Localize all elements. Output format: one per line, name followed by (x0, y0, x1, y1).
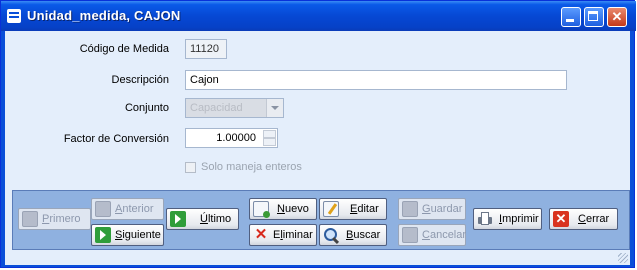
previous-record-icon (95, 201, 111, 217)
navigation-toolbar: Primero Anterior Siguiente Último Nuevo … (12, 190, 630, 250)
maximize-button[interactable] (584, 7, 604, 27)
save-icon (402, 201, 418, 217)
window-menu-icon[interactable] (7, 9, 21, 23)
next-record-icon (95, 227, 111, 243)
conjunto-select[interactable]: Capacidad (185, 98, 284, 118)
conjunto-label: Conjunto (124, 102, 169, 114)
solo-enteros-option[interactable]: Solo maneja enteros (185, 161, 315, 175)
search-icon (323, 227, 339, 243)
factor-label: Factor de Conversión (63, 133, 169, 145)
close-form-icon: ✕ (553, 211, 569, 227)
eliminar-button[interactable]: ✕ Eliminar (249, 224, 317, 246)
codigo-label: Código de Medida (79, 43, 169, 55)
editar-button[interactable]: Editar (319, 198, 387, 220)
first-record-icon (22, 211, 38, 227)
buscar-button[interactable]: Buscar (319, 224, 387, 246)
edit-pencil-icon (323, 201, 339, 217)
close-window-button[interactable]: ✕ (607, 7, 627, 27)
descripcion-label: Descripción (111, 74, 169, 86)
guardar-button[interactable]: Guardar (398, 198, 466, 220)
nuevo-button[interactable]: Nuevo (249, 198, 317, 220)
minimize-button[interactable] (561, 7, 581, 27)
spin-down-icon[interactable] (263, 138, 276, 146)
factor-value: 1.00000 (216, 132, 256, 144)
close-icon: ✕ (611, 9, 623, 24)
title-bar[interactable]: Unidad_medida, CAJON ✕ (1, 1, 636, 31)
printer-icon (477, 211, 493, 227)
last-record-icon (170, 211, 186, 227)
new-document-icon (253, 201, 270, 218)
cancelar-button[interactable]: Cancelar (398, 224, 466, 246)
solo-enteros-label: Solo maneja enteros (201, 161, 302, 173)
app-window: Unidad_medida, CAJON ✕ Código de Medida … (0, 0, 636, 268)
anterior-button[interactable]: Anterior (91, 198, 164, 220)
window-title: Unidad_medida, CAJON (27, 8, 181, 23)
codigo-field: 11120 (185, 39, 227, 59)
maximize-icon (588, 11, 598, 21)
cancel-icon (402, 227, 418, 243)
siguiente-button[interactable]: Siguiente (91, 224, 164, 246)
delete-icon: ✕ (254, 226, 268, 243)
spin-up-icon[interactable] (263, 130, 276, 138)
chevron-down-icon[interactable] (266, 99, 283, 117)
resize-grip[interactable] (618, 253, 628, 263)
conjunto-value: Capacidad (190, 102, 243, 114)
imprimir-button[interactable]: Imprimir (473, 208, 542, 230)
ultimo-button[interactable]: Último (166, 208, 239, 230)
factor-spinner[interactable]: 1.00000 (185, 128, 278, 148)
primero-button[interactable]: Primero (18, 208, 91, 230)
descripcion-field[interactable]: Cajon (185, 70, 567, 90)
minimize-icon (566, 19, 574, 22)
cerrar-button[interactable]: ✕ Cerrar (549, 208, 618, 230)
solo-enteros-checkbox[interactable] (185, 162, 196, 173)
